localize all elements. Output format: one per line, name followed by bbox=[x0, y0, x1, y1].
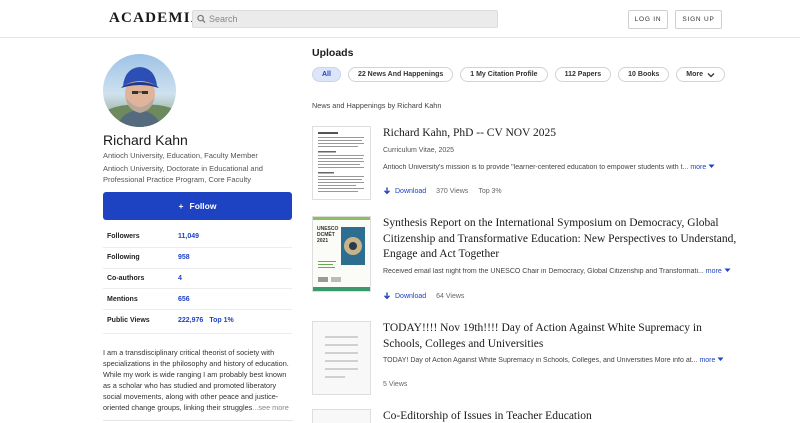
download-icon bbox=[384, 292, 390, 300]
profile-name: Richard Kahn bbox=[103, 132, 188, 148]
rank-badge: Top 3% bbox=[478, 187, 502, 195]
caret-down-icon bbox=[724, 268, 731, 272]
stat-coauthors[interactable]: Co-authors 4 bbox=[103, 269, 292, 290]
login-button[interactable]: LOG IN bbox=[628, 10, 668, 29]
stat-label: Following bbox=[107, 254, 140, 262]
item-title[interactable]: Co-Editorship of Issues in Teacher Educa… bbox=[383, 409, 743, 423]
more-link[interactable]: more bbox=[690, 164, 715, 171]
affiliation-primary[interactable]: Antioch University, Education, Faculty M… bbox=[103, 150, 293, 161]
tab-citation-profile[interactable]: 1 My Citation Profile bbox=[460, 67, 548, 82]
document-icon bbox=[313, 322, 370, 394]
item-desc-text: Antioch University's mission is to provi… bbox=[383, 164, 689, 171]
uploads-title: Uploads bbox=[312, 47, 354, 59]
document-placeholder-thumbnail[interactable] bbox=[312, 321, 371, 395]
document-placeholder-thumbnail[interactable] bbox=[312, 409, 371, 423]
divider bbox=[103, 333, 292, 334]
profile-bio: I am a transdisciplinary critical theori… bbox=[103, 347, 293, 413]
item-description: TODAY! Day of Action Against White Supre… bbox=[383, 357, 743, 364]
stat-value: 11,049 bbox=[178, 233, 200, 241]
tab-news-and-happenings[interactable]: 22 News And Happenings bbox=[347, 67, 454, 82]
stat-label: Followers bbox=[107, 233, 140, 241]
stat-followers[interactable]: Followers 11,049 bbox=[103, 227, 292, 248]
stat-value: 656 bbox=[178, 295, 190, 303]
stat-mentions[interactable]: Mentions 656 bbox=[103, 289, 292, 311]
download-label: Download bbox=[395, 292, 427, 300]
view-count: 5 Views bbox=[383, 381, 408, 388]
avatar bbox=[103, 54, 176, 127]
follow-label: Follow bbox=[189, 201, 217, 211]
item-actions: 5 Views bbox=[383, 381, 407, 388]
stat-value: 222,976 bbox=[178, 317, 204, 325]
stat-public-views[interactable]: Public Views 222,976 Top 1% bbox=[103, 310, 292, 331]
uploads-tabs: All 22 News And Happenings 1 My Citation… bbox=[312, 67, 726, 82]
stat-value: 4 bbox=[178, 274, 182, 282]
view-count: 64 Views bbox=[436, 292, 465, 300]
more-link[interactable]: more bbox=[706, 268, 731, 275]
document-thumbnail[interactable]: UNESCO DCMÉT 2021 bbox=[312, 216, 371, 292]
item-actions: Download 370 Views Top 3% bbox=[383, 187, 502, 195]
search-icon bbox=[197, 14, 206, 24]
signup-button[interactable]: SIGN UP bbox=[675, 10, 722, 29]
section-title: News and Happenings by Richard Kahn bbox=[312, 101, 442, 110]
stat-rank: Top 1% bbox=[209, 317, 234, 325]
item-title[interactable]: TODAY!!!! Nov 19th!!!! Day of Action Aga… bbox=[383, 321, 743, 352]
item-title[interactable]: Richard Kahn, PhD -- CV NOV 2025 bbox=[383, 126, 743, 142]
tab-papers[interactable]: 112 Papers bbox=[554, 67, 612, 82]
item-title[interactable]: Synthesis Report on the International Sy… bbox=[383, 216, 743, 263]
item-description: Received email last night from the UNESC… bbox=[383, 268, 743, 275]
stat-following[interactable]: Following 958 bbox=[103, 248, 292, 269]
plus-icon: + bbox=[178, 201, 184, 211]
caret-down-icon bbox=[717, 357, 724, 361]
more-label: more bbox=[690, 164, 707, 171]
search-bar[interactable] bbox=[192, 10, 498, 28]
stat-label: Mentions bbox=[107, 295, 138, 303]
download-label: Download bbox=[395, 187, 427, 195]
document-thumbnail[interactable] bbox=[312, 126, 371, 200]
item-description: Antioch University's mission is to provi… bbox=[383, 164, 743, 171]
affiliation-secondary[interactable]: Antioch University, Doctorate in Educati… bbox=[103, 163, 293, 185]
search-input[interactable] bbox=[209, 11, 494, 27]
tab-more-label: More bbox=[686, 71, 704, 78]
stat-value: 958 bbox=[178, 254, 190, 262]
stat-label: Co-authors bbox=[107, 274, 145, 282]
see-more-link[interactable]: ...see more bbox=[252, 403, 289, 412]
more-label: more bbox=[699, 357, 716, 364]
view-count: 370 Views bbox=[436, 187, 469, 195]
item-desc-text: TODAY! Day of Action Against White Supre… bbox=[383, 357, 698, 364]
caret-down-icon bbox=[708, 164, 715, 168]
more-label: more bbox=[705, 268, 722, 275]
tab-books[interactable]: 10 Books bbox=[618, 67, 670, 82]
more-link[interactable]: more bbox=[699, 357, 724, 364]
divider bbox=[103, 420, 293, 421]
profile-stats: Followers 11,049 Following 958 Co-author… bbox=[103, 227, 292, 331]
chevron-down-icon bbox=[707, 72, 715, 77]
download-link[interactable]: Download bbox=[383, 187, 426, 195]
item-meta: Curriculum Vitae, 2025 bbox=[383, 147, 455, 154]
thumb-label: UNESCO DCMÉT 2021 bbox=[317, 226, 339, 244]
academia-logo[interactable]: ACADEMIA bbox=[109, 10, 203, 27]
download-link[interactable]: Download bbox=[383, 292, 426, 300]
item-desc-text: Received email last night from the UNESC… bbox=[383, 268, 704, 275]
stat-label: Public Views bbox=[107, 317, 150, 325]
item-actions: Download 64 Views bbox=[383, 292, 464, 300]
download-icon bbox=[384, 187, 390, 195]
tab-more[interactable]: More bbox=[676, 67, 726, 82]
follow-button[interactable]: + Follow bbox=[103, 192, 292, 220]
top-header: ACADEMIA LOG IN SIGN UP bbox=[0, 0, 800, 38]
tab-all[interactable]: All bbox=[312, 67, 341, 82]
